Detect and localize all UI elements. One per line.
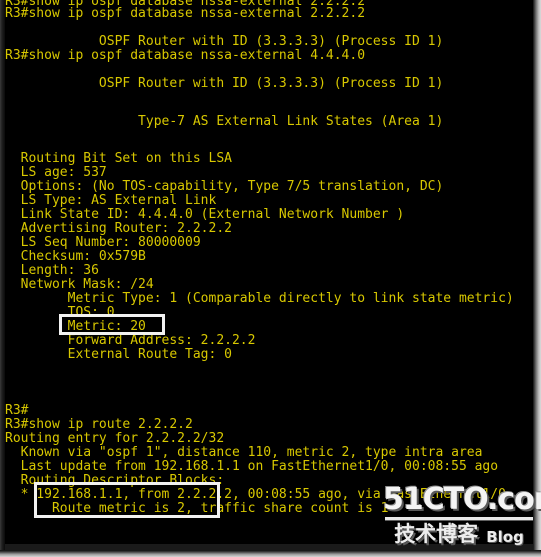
terminal-line: Link State ID: 4.4.4.0 (External Network… [5, 207, 405, 222]
terminal-window: R3#show ip ospf database nssa-external 2… [0, 0, 541, 557]
window-border-right [533, 0, 541, 557]
terminal-line: Metric: 20 [5, 319, 146, 334]
terminal-line: Checksum: 0x579B [5, 249, 146, 264]
terminal-line: OSPF Router with ID (3.3.3.3) (Process I… [5, 76, 444, 91]
terminal-line: Last update from 192.168.1.1 on FastEthe… [5, 459, 499, 474]
terminal-line: LS age: 537 [5, 165, 107, 180]
terminal-line: R3#show ip ospf database nssa-external 4… [5, 48, 366, 63]
terminal-line: External Route Tag: 0 [5, 347, 232, 362]
terminal-line: Forward Address: 2.2.2.2 [5, 333, 256, 348]
terminal-line: Route metric is 2, traffic share count i… [5, 501, 389, 516]
terminal-output[interactable]: R3#show ip ospf database nssa-external 2… [5, 0, 533, 550]
terminal-line: OSPF Router with ID (3.3.3.3) (Process I… [5, 34, 444, 49]
terminal-line: Options: (No TOS-capability, Type 7/5 tr… [5, 179, 444, 194]
terminal-line: Type-7 AS External Link States (Area 1) [5, 114, 444, 129]
window-border-bottom [0, 550, 541, 557]
terminal-line: R3# [5, 403, 29, 418]
terminal-line: LS Type: AS External Link [5, 193, 217, 208]
terminal-line: Routing Descriptor Blocks: [5, 473, 225, 488]
terminal-line: R3#show ip ospf database nssa-external 2… [5, 6, 366, 21]
terminal-line: Length: 36 [5, 263, 99, 278]
terminal-line: Routing Bit Set on this LSA [5, 151, 232, 166]
terminal-line: Routing entry for 2.2.2.2/32 [5, 431, 225, 446]
terminal-line: Metric Type: 1 (Comparable directly to l… [5, 291, 514, 306]
terminal-line: Network Mask: /24 [5, 277, 154, 292]
terminal-line: Advertising Router: 2.2.2.2 [5, 221, 232, 236]
terminal-line: * 192.168.1.1, from 2.2.2.2, 00:08:55 ag… [5, 487, 506, 502]
terminal-line: R3#show ip route 2.2.2.2 [5, 417, 193, 432]
terminal-line: Known via "ospf 1", distance 110, metric… [5, 445, 483, 460]
terminal-line: LS Seq Number: 80000009 [5, 235, 201, 250]
terminal-line: TOS: 0 [5, 305, 115, 320]
